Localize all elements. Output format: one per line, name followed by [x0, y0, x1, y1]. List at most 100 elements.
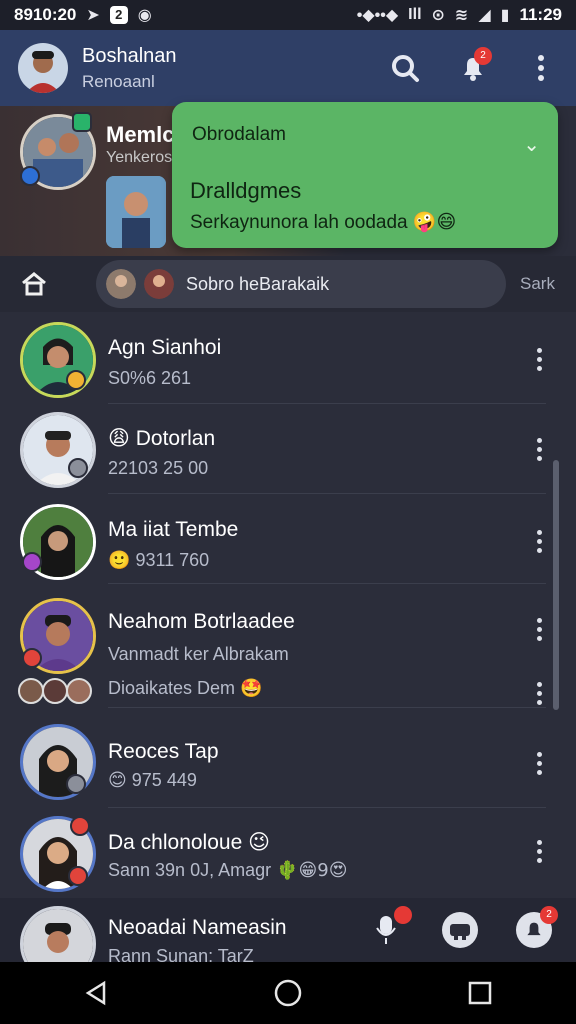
chat-more-button[interactable]: [532, 530, 546, 553]
status-time-left: 8910:20: [14, 5, 77, 24]
more-vert-icon: [538, 55, 544, 81]
chat-more-button-secondary[interactable]: [532, 682, 546, 705]
chat-row[interactable]: Agn Sianhoi S0%6 261: [0, 312, 576, 404]
chat-name: Neoadai Nameasin: [108, 916, 287, 939]
back-button[interactable]: [66, 968, 126, 1018]
alerts-badge: 2: [540, 906, 558, 924]
chat-name: Agn Sianhoi: [108, 336, 222, 359]
search-row: Sobro heBarakaik Sark: [0, 256, 576, 312]
chat-name-emoji: 😉: [248, 830, 271, 854]
more-options-button[interactable]: [524, 51, 558, 85]
chat-name-line: 😩 Dotorlan: [108, 426, 215, 451]
mini-avatar: [42, 678, 68, 704]
story-live-badge: [72, 112, 92, 132]
participant-avatars: [18, 678, 92, 704]
chat-meta: S0%6 261: [108, 368, 192, 388]
story-subtitle: Yenkeros: [106, 149, 173, 166]
search-action-button[interactable]: Sark: [520, 274, 555, 294]
app-bar: Boshalnan Renoaanl 2: [0, 30, 576, 106]
home-icon: [22, 272, 46, 296]
chat-row[interactable]: 😩 Dotorlan 22103 25 00: [0, 404, 576, 494]
chat-meta: 9311 760: [135, 550, 210, 570]
message-preview-popup[interactable]: Obrodalam ⌄ Dralldgmes Serkaynunora lah …: [172, 102, 558, 248]
recents-icon: [468, 981, 492, 1005]
chat-extra-line: Dioaikates Dem 🤩: [108, 678, 262, 699]
gamepad-icon: [450, 924, 470, 940]
chat-meta: 975 449: [131, 770, 197, 790]
recents-button[interactable]: [450, 968, 510, 1018]
popup-text: Serkaynunora lah oodada: [190, 212, 408, 233]
chat-trailing-emojis: 🌵😁9😍: [276, 860, 348, 881]
story-thumbnail[interactable]: [106, 176, 166, 248]
chat-name: Dotorlan: [135, 427, 216, 450]
scrollbar[interactable]: [553, 460, 559, 710]
system-nav-bar: [0, 962, 576, 1024]
bell-icon: [527, 922, 541, 936]
mic-badge: [394, 906, 412, 924]
chat-meta-line: 😊 975 449: [108, 770, 197, 791]
chat-extra: Dioaikates Dem: [108, 678, 236, 698]
signal-dots-icon: •◆••◆: [356, 7, 399, 24]
chat-row[interactable]: Da chlonoloue 😉 Sann 39n 0J, Amagr 🌵😁9😍: [0, 808, 576, 898]
home-nav-button[interactable]: [258, 968, 318, 1018]
status-badge: [66, 774, 86, 794]
popup-title: Obrodalam: [192, 124, 286, 145]
chat-row-expanded[interactable]: Neahom Botrlaadee Vanmadt ker Albrakam D…: [0, 584, 576, 708]
search-icon: [392, 55, 419, 82]
chat-name: Neahom Botrlaadee: [108, 610, 295, 633]
status-badge: [22, 648, 42, 668]
notifications-button[interactable]: 2: [456, 47, 492, 85]
popup-text-line: Serkaynunora lah oodada 🤪😄: [190, 210, 456, 234]
games-button[interactable]: [442, 912, 478, 948]
alarm-icon: ⊙: [431, 7, 445, 24]
chat-name-line: Da chlonoloue 😉: [108, 830, 270, 855]
chat-more-button[interactable]: [532, 752, 546, 775]
mic-button[interactable]: [368, 906, 412, 948]
mini-avatar: [144, 269, 174, 299]
unread-badge: [70, 816, 90, 836]
cast-icon: ➤: [86, 7, 100, 24]
notification-badge-icon: 2: [109, 6, 128, 24]
chat-more-button[interactable]: [532, 348, 546, 371]
chat-row[interactable]: Ma iiat Tembe 🙂 9311 760: [0, 494, 576, 584]
chat-more-button[interactable]: [532, 840, 546, 863]
chat-avatar[interactable]: [20, 412, 96, 488]
chat-avatar[interactable]: [20, 322, 96, 398]
battery-icon: ▮: [500, 7, 510, 24]
chat-meta-emoji: 🙂: [108, 550, 131, 571]
chat-meta-emoji: 😊: [108, 770, 127, 791]
chat-meta-line: Sann 39n 0J, Amagr 🌵😁9😍: [108, 860, 348, 881]
chat-meta: 22103 25 00: [108, 458, 209, 478]
story-status-badge: [20, 166, 40, 186]
notification-count-badge: 2: [474, 47, 492, 65]
emoji-status-badge: [66, 370, 86, 390]
chat-name-emoji: 😩: [108, 426, 130, 450]
chevron-down-icon[interactable]: ⌄: [523, 132, 540, 157]
mini-avatar: [66, 678, 92, 704]
alerts-button[interactable]: 2: [516, 906, 558, 948]
chat-meta: Vanmadt ker Albrakam: [108, 644, 289, 664]
search-text: Sobro heBarakaik: [186, 273, 330, 294]
popup-emojis: 🤪😄: [412, 211, 457, 233]
chat-more-button[interactable]: [532, 438, 546, 461]
status-time-right: 11:29: [519, 5, 562, 24]
search-button[interactable]: [388, 51, 422, 85]
mini-avatar: [18, 678, 44, 704]
status-badge: [68, 458, 88, 478]
status-bar: 8910:20 ➤ 2 ◉ •◆••◆ Ill ⊙ ≋ ◢ ▮ 11:29: [0, 0, 576, 30]
home-button[interactable]: [14, 271, 54, 297]
search-pill[interactable]: Sobro heBarakaik: [96, 260, 506, 308]
status-badge: [68, 866, 88, 886]
chat-name: Reoces Tap: [108, 740, 219, 763]
network-icon: Ill: [408, 6, 422, 23]
story-name: Memlc: [106, 122, 175, 147]
chat-name: Da chlonoloue: [108, 831, 243, 854]
chat-more-button[interactable]: [532, 618, 546, 641]
header-subtitle: Renoaanl: [82, 71, 155, 91]
back-icon: [85, 980, 106, 1006]
chat-row[interactable]: Reoces Tap 😊 975 449: [0, 708, 576, 808]
profile-avatar[interactable]: [18, 43, 68, 93]
mini-avatar: [106, 269, 136, 299]
popup-heading: Dralldgmes: [190, 178, 302, 203]
chat-meta-line: 🙂 9311 760: [108, 550, 209, 571]
